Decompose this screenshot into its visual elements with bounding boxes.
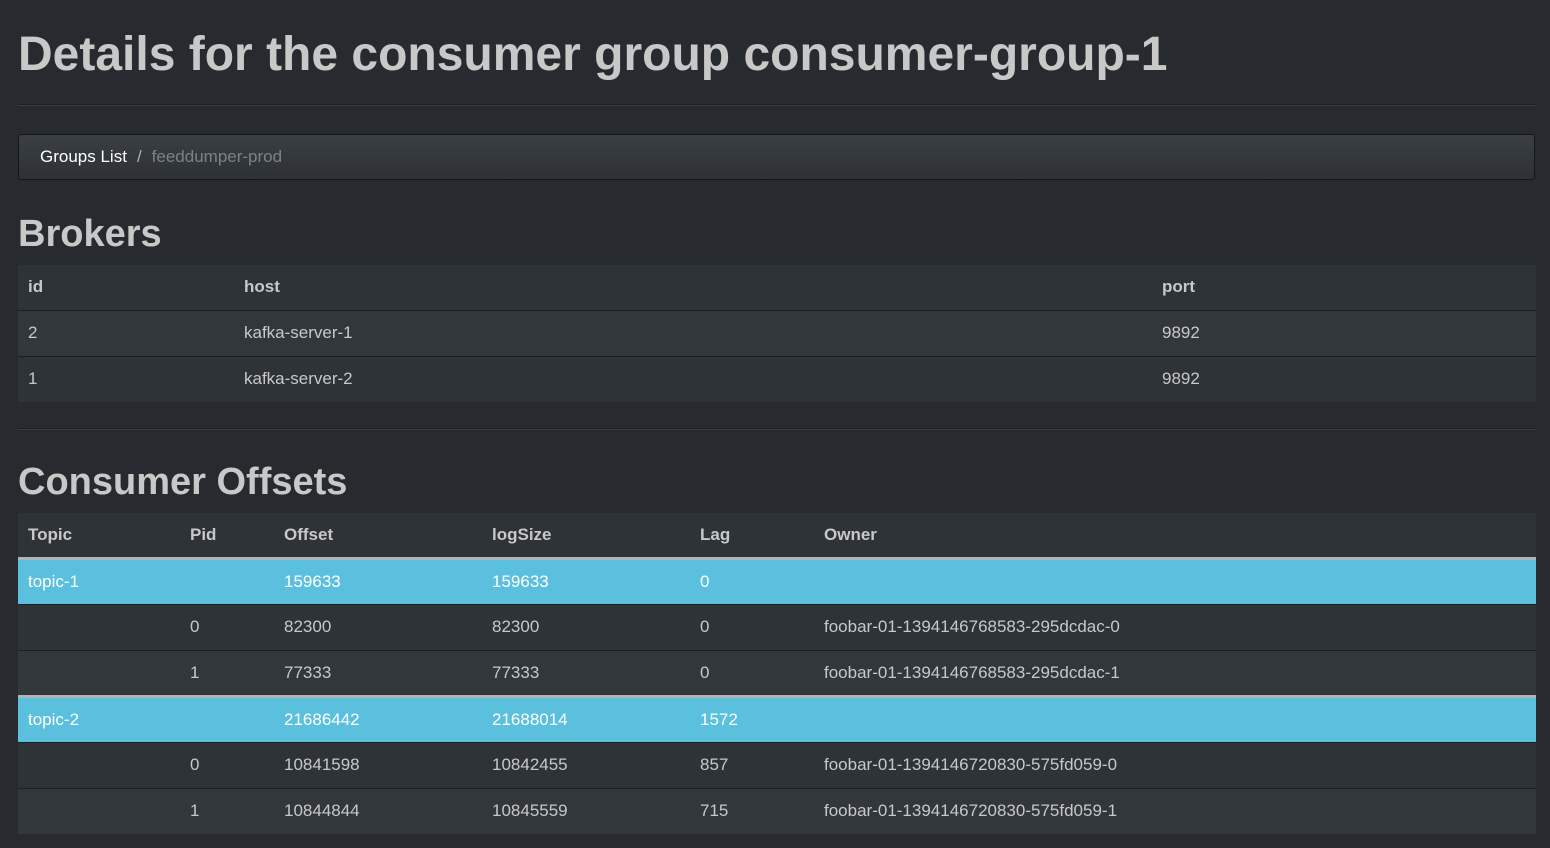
topic-owner <box>814 558 1536 604</box>
broker-port: 9892 <box>1152 355 1536 402</box>
partition-lag: 0 <box>690 649 814 696</box>
topic-owner <box>814 694 1536 742</box>
topic-lag: 1572 <box>690 694 814 742</box>
partition-offset: 10841598 <box>274 741 482 788</box>
page: Details for the consumer group consumer-… <box>0 0 1550 848</box>
broker-row: 2 kafka-server-1 9892 <box>18 309 1536 356</box>
column-header-id[interactable]: id <box>18 265 234 310</box>
partition-logsize: 10845559 <box>482 787 690 834</box>
column-header-port[interactable]: port <box>1152 265 1536 310</box>
broker-row: 1 kafka-server-2 9892 <box>18 355 1536 402</box>
page-title: Details for the consumer group consumer-… <box>18 28 1168 81</box>
partition-offset: 10844844 <box>274 787 482 834</box>
column-header-host[interactable]: host <box>234 265 1152 310</box>
brokers-table: id host port 2 kafka-server-1 9892 1 kaf… <box>18 265 1536 402</box>
topic-pid <box>180 558 274 604</box>
broker-host: kafka-server-1 <box>234 309 1152 356</box>
topic-logsize: 21688014 <box>482 694 690 742</box>
partition-topic <box>18 787 180 834</box>
partition-owner: foobar-01-1394146768583-295dcdac-1 <box>814 649 1536 696</box>
topic-logsize: 159633 <box>482 558 690 604</box>
column-header-offset[interactable]: Offset <box>274 513 482 560</box>
title-divider <box>18 104 1537 106</box>
topic-name: topic-2 <box>18 694 180 742</box>
partition-pid: 1 <box>180 649 274 696</box>
partition-logsize: 77333 <box>482 649 690 696</box>
column-header-lag[interactable]: Lag <box>690 513 814 560</box>
broker-id: 2 <box>18 309 234 356</box>
partition-topic <box>18 649 180 696</box>
partition-pid: 1 <box>180 787 274 834</box>
topic-pid <box>180 694 274 742</box>
partition-owner: foobar-01-1394146720830-575fd059-0 <box>814 741 1536 788</box>
consumer-offsets-heading: Consumer Offsets <box>18 461 348 503</box>
broker-host: kafka-server-2 <box>234 355 1152 402</box>
partition-lag: 0 <box>690 603 814 650</box>
partition-offset: 77333 <box>274 649 482 696</box>
breadcrumb-separator: / <box>136 147 142 166</box>
topic-row: topic-2 21686442 21688014 1572 <box>18 694 1536 742</box>
broker-id: 1 <box>18 355 234 402</box>
column-header-logsize[interactable]: logSize <box>482 513 690 560</box>
offsets-header-row: Topic Pid Offset logSize Lag Owner <box>18 513 1536 560</box>
topic-row: topic-1 159633 159633 0 <box>18 558 1536 604</box>
partition-pid: 0 <box>180 741 274 788</box>
partition-owner: foobar-01-1394146768583-295dcdac-0 <box>814 603 1536 650</box>
partition-row: 0 10841598 10842455 857 foobar-01-139414… <box>18 741 1536 788</box>
partition-topic <box>18 603 180 650</box>
partition-owner: foobar-01-1394146720830-575fd059-1 <box>814 787 1536 834</box>
breadcrumb: Groups List / feeddumper-prod <box>18 134 1535 180</box>
partition-pid: 0 <box>180 603 274 650</box>
topic-lag: 0 <box>690 558 814 604</box>
column-header-owner[interactable]: Owner <box>814 513 1536 560</box>
section-divider <box>18 428 1537 430</box>
partition-logsize: 10842455 <box>482 741 690 788</box>
brokers-header-row: id host port <box>18 265 1536 310</box>
partition-row: 1 77333 77333 0 foobar-01-1394146768583-… <box>18 649 1536 696</box>
column-header-pid[interactable]: Pid <box>180 513 274 560</box>
breadcrumb-current: feeddumper-prod <box>151 147 283 166</box>
brokers-heading: Brokers <box>18 213 162 255</box>
topic-offset: 159633 <box>274 558 482 604</box>
breadcrumb-groups-list-link[interactable]: Groups List <box>40 147 127 167</box>
topic-name: topic-1 <box>18 558 180 604</box>
topic-offset: 21686442 <box>274 694 482 742</box>
partition-lag: 857 <box>690 741 814 788</box>
partition-row: 0 82300 82300 0 foobar-01-1394146768583-… <box>18 603 1536 650</box>
partition-logsize: 82300 <box>482 603 690 650</box>
partition-row: 1 10844844 10845559 715 foobar-01-139414… <box>18 787 1536 834</box>
consumer-offsets-table: Topic Pid Offset logSize Lag Owner topic… <box>18 513 1536 834</box>
partition-offset: 82300 <box>274 603 482 650</box>
column-header-topic[interactable]: Topic <box>18 513 180 560</box>
partition-topic <box>18 741 180 788</box>
partition-lag: 715 <box>690 787 814 834</box>
broker-port: 9892 <box>1152 309 1536 356</box>
